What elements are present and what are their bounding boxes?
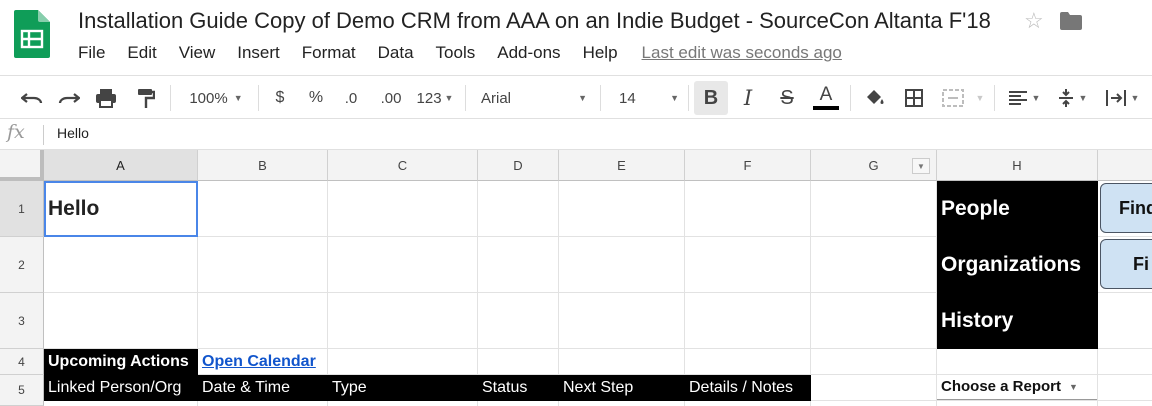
- column-header-c[interactable]: C: [328, 150, 478, 181]
- borders-icon[interactable]: [902, 76, 926, 120]
- header-next-step[interactable]: Next Step: [559, 375, 685, 401]
- column-header-a[interactable]: A: [44, 150, 198, 181]
- column-header-i[interactable]: [1098, 150, 1152, 181]
- fx-icon: fx: [7, 121, 25, 143]
- formula-input[interactable]: Hello: [57, 125, 89, 141]
- row-header-4[interactable]: 4: [0, 349, 44, 375]
- document-title[interactable]: Installation Guide Copy of Demo CRM from…: [78, 8, 991, 34]
- horizontal-align-icon[interactable]: ▼: [1004, 76, 1044, 120]
- redo-icon[interactable]: [55, 76, 83, 120]
- cell-h1-people[interactable]: People: [937, 181, 1098, 237]
- chevron-down-icon: ▼: [1069, 381, 1078, 392]
- strikethrough-button[interactable]: S: [776, 76, 798, 120]
- find-organizations-button[interactable]: Fi: [1100, 239, 1152, 289]
- font-size-select[interactable]: 14 ▼: [619, 76, 679, 120]
- column-header-h[interactable]: H: [937, 150, 1098, 181]
- menu-bar: File Edit View Insert Format Data Tools …: [78, 43, 842, 63]
- text-wrapping-icon[interactable]: ▼: [1100, 76, 1144, 120]
- merge-cells-icon[interactable]: [940, 76, 966, 120]
- menu-insert[interactable]: Insert: [237, 43, 280, 63]
- column-header-f[interactable]: F: [685, 150, 811, 181]
- paint-format-icon[interactable]: [132, 76, 160, 120]
- header-date-time[interactable]: Date & Time: [198, 375, 328, 401]
- row-header-3[interactable]: 3: [0, 293, 44, 349]
- menu-add-ons[interactable]: Add-ons: [497, 43, 560, 63]
- star-icon[interactable]: ☆: [1024, 8, 1044, 34]
- column-header-d[interactable]: D: [478, 150, 559, 181]
- more-formats-select[interactable]: 123 ▼: [414, 76, 456, 120]
- row-header-1[interactable]: 1: [0, 181, 44, 237]
- cell-a4-upcoming-actions[interactable]: Upcoming Actions: [44, 349, 198, 375]
- column-header-b[interactable]: B: [198, 150, 328, 181]
- cell-h3-history[interactable]: History: [937, 293, 1098, 349]
- print-icon[interactable]: [92, 76, 120, 120]
- google-sheets-logo-icon[interactable]: [14, 10, 50, 58]
- select-all-corner[interactable]: [0, 150, 44, 181]
- italic-button[interactable]: I: [737, 76, 759, 120]
- currency-format-button[interactable]: $: [270, 76, 290, 120]
- column-header-e[interactable]: E: [559, 150, 685, 181]
- selected-cell-outline: [44, 181, 198, 237]
- font-family-select[interactable]: Arial ▼: [481, 76, 587, 120]
- header-type[interactable]: Type: [328, 375, 478, 401]
- bold-button[interactable]: B: [694, 81, 728, 115]
- menu-help[interactable]: Help: [583, 43, 618, 63]
- toolbar: 100% ▼ $ % .0 .00 123 ▼ Arial ▼ 14 ▼ B I S A…: [0, 75, 1152, 119]
- menu-file[interactable]: File: [78, 43, 105, 63]
- text-color-swatch: [813, 106, 839, 110]
- undo-icon[interactable]: [18, 76, 46, 120]
- chevron-down-icon: ▼: [670, 93, 679, 103]
- vertical-align-icon[interactable]: ▼: [1052, 76, 1092, 120]
- folder-icon[interactable]: [1060, 12, 1082, 30]
- header-linked-person-org[interactable]: Linked Person/Org: [44, 375, 198, 401]
- last-edit-link[interactable]: Last edit was seconds ago: [642, 43, 842, 63]
- filter-dropdown-icon[interactable]: ▼: [912, 158, 930, 174]
- decrease-decimal-button[interactable]: .0: [340, 76, 362, 120]
- menu-edit[interactable]: Edit: [127, 43, 156, 63]
- fill-color-icon[interactable]: [862, 76, 888, 120]
- row-header-2[interactable]: 2: [0, 237, 44, 293]
- menu-data[interactable]: Data: [378, 43, 414, 63]
- row-header-5[interactable]: 5: [0, 375, 44, 406]
- menu-format[interactable]: Format: [302, 43, 356, 63]
- chevron-down-icon[interactable]: ▼: [973, 76, 987, 120]
- spreadsheet-grid: A B C D E F G H ▼ 1 2 3 4 5 Hello People…: [0, 150, 1152, 406]
- formula-bar: fx Hello: [0, 119, 1152, 150]
- header-status[interactable]: Status: [478, 375, 559, 401]
- header-details-notes[interactable]: Details / Notes: [685, 375, 811, 401]
- percent-format-button[interactable]: %: [305, 76, 327, 120]
- open-calendar-link[interactable]: Open Calendar: [198, 349, 328, 375]
- chevron-down-icon: ▼: [578, 93, 587, 103]
- increase-decimal-button[interactable]: .00: [378, 76, 404, 120]
- menu-tools[interactable]: Tools: [436, 43, 476, 63]
- chevron-down-icon: ▼: [233, 93, 243, 103]
- find-people-button[interactable]: Find: [1100, 183, 1152, 233]
- menu-view[interactable]: View: [179, 43, 216, 63]
- cell-h2-organizations[interactable]: Organizations: [937, 237, 1098, 293]
- choose-report-dropdown[interactable]: Choose a Report ▼: [937, 374, 1097, 400]
- text-color-button[interactable]: A: [812, 76, 840, 120]
- zoom-select[interactable]: 100% ▼: [185, 76, 247, 120]
- chevron-down-icon: ▼: [444, 93, 454, 103]
